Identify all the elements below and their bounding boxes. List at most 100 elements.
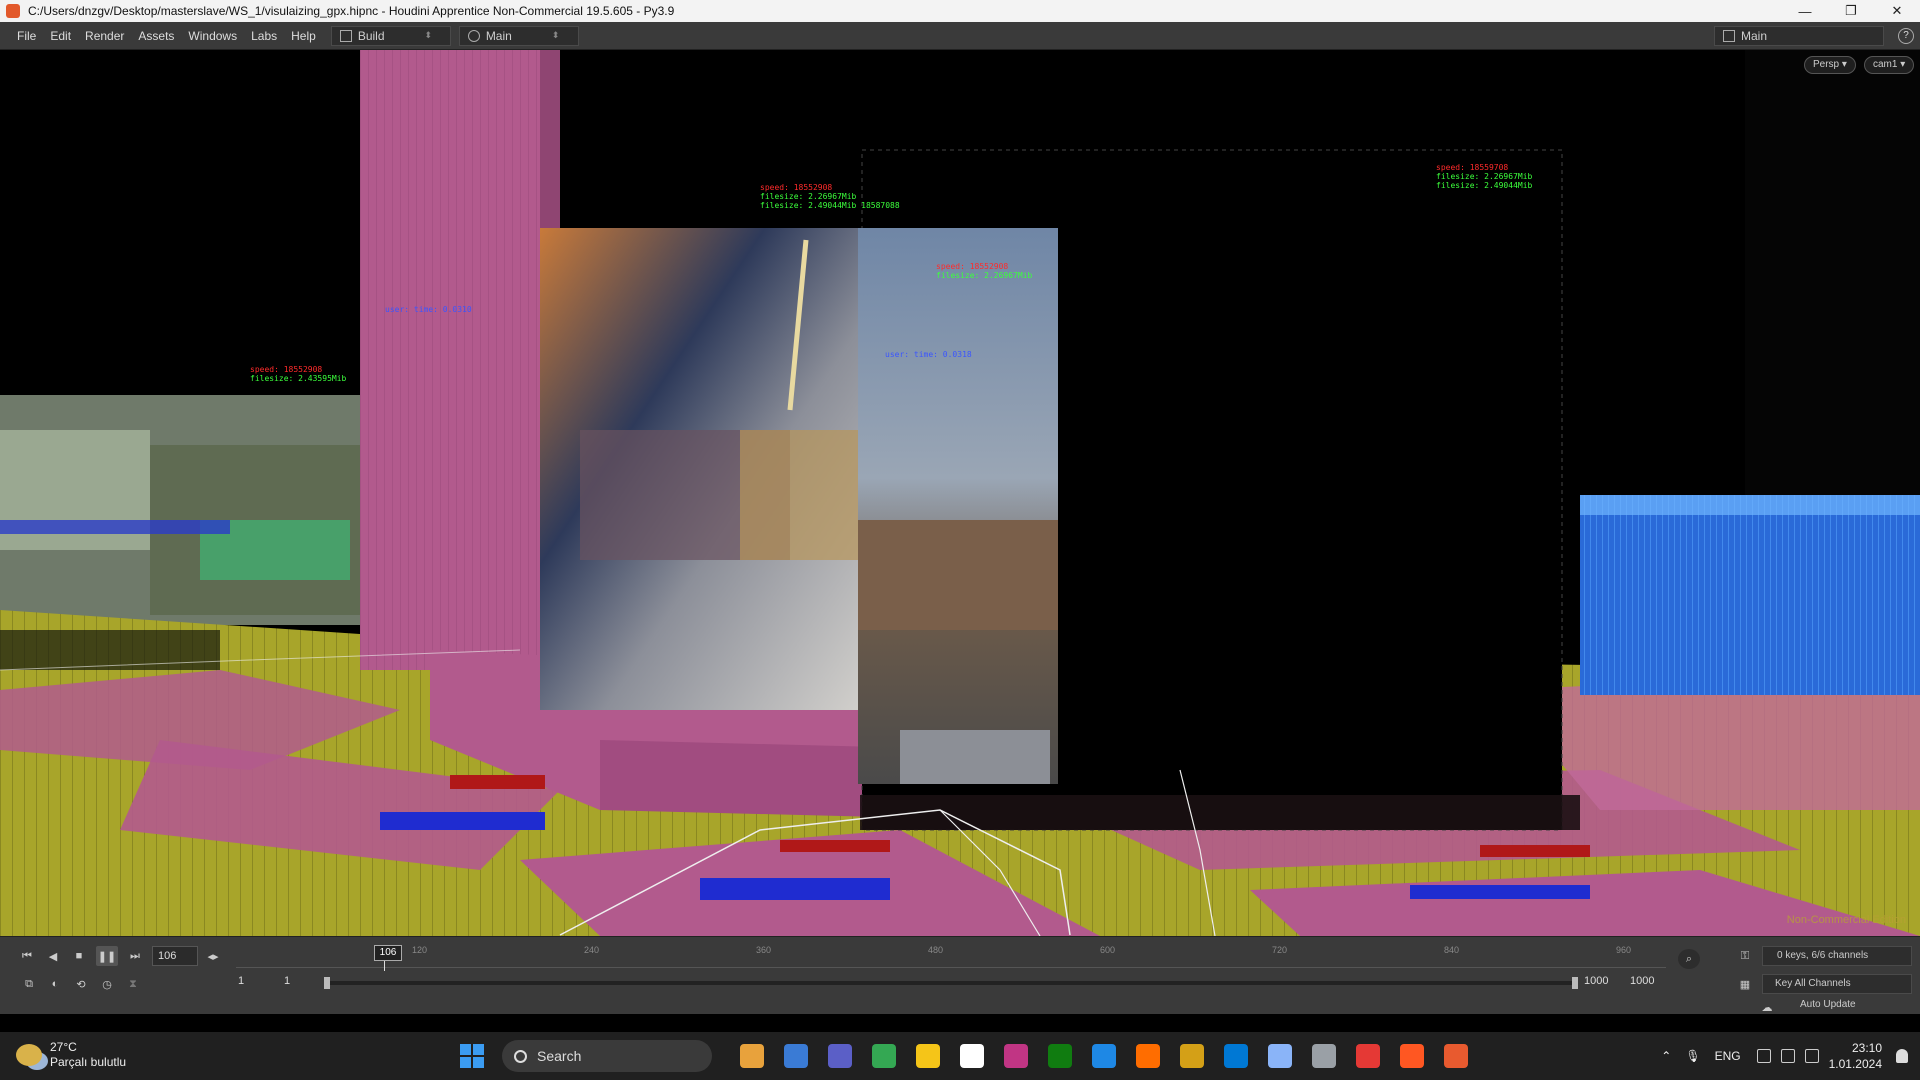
desktop-right-label: Main — [1741, 29, 1768, 43]
label-line: filesize: 2.49044Mib 18587088 — [760, 201, 900, 210]
label-line: user: time: 0.0310 — [385, 305, 472, 314]
camera-select-button[interactable]: cam1 ▾ — [1864, 56, 1915, 74]
acrobat-icon[interactable] — [1400, 1044, 1424, 1068]
playbar: ⏮ ◀ ■ ❚❚ ⏭ 106 ◂▸ 120 240 360 480 600 72… — [0, 936, 1920, 1014]
menu-help[interactable]: Help — [284, 29, 323, 43]
updown-arrow-icon: ⬍ — [551, 30, 560, 40]
tick-label: 240 — [584, 945, 600, 955]
shelf-set-build-select[interactable]: Build ⬍ — [330, 25, 451, 46]
loop-icon[interactable]: ⟲ — [70, 974, 92, 994]
cloud-icon: ☁ — [1761, 1001, 1773, 1014]
label-line: speed: 18559708 — [1436, 163, 1509, 172]
chrome-icon[interactable] — [916, 1044, 940, 1068]
menu-edit[interactable]: Edit — [43, 29, 78, 43]
window-title: C:/Users/dnzgv/Desktop/masterslave/WS_1/… — [28, 4, 675, 18]
maximize-button[interactable]: ❐ — [1828, 0, 1874, 22]
label-line: filesize: 2.26967Mib — [936, 271, 1033, 280]
scope-search-icon[interactable]: ⌕ — [1678, 949, 1700, 969]
widgets-icon[interactable] — [784, 1044, 808, 1068]
label-line: speed: 18552908 — [250, 365, 323, 374]
settings-icon[interactable] — [1356, 1044, 1380, 1068]
pen-icon[interactable] — [1004, 1044, 1028, 1068]
current-frame-line — [384, 961, 385, 971]
volume-icon[interactable] — [1780, 1049, 1795, 1063]
step-icon[interactable]: ⧗ — [122, 974, 144, 994]
desktop-main-select[interactable]: Main ⬍ — [458, 25, 579, 46]
chevron-up-icon[interactable]: ⌃ — [1661, 1049, 1671, 1063]
close-button[interactable]: ✕ — [1874, 0, 1920, 22]
language-indicator[interactable]: ENG — [1715, 1049, 1741, 1063]
window-titlebar: C:/Users/dnzgv/Desktop/masterslave/WS_1/… — [0, 0, 1920, 22]
label-line: speed: 18552908 — [760, 183, 833, 192]
menu-windows[interactable]: Windows — [181, 29, 244, 43]
houdini-icon[interactable] — [1444, 1044, 1468, 1068]
partly-cloudy-icon — [16, 1044, 42, 1066]
stop-icon[interactable]: ■ — [68, 946, 90, 966]
tick-label: 960 — [1616, 945, 1632, 955]
range-start-field-2[interactable]: 1 — [284, 975, 290, 987]
range-slider-track[interactable] — [326, 981, 1576, 985]
realtime-icon[interactable]: ⧉ — [18, 974, 40, 994]
help-icon[interactable]: ? — [1898, 28, 1914, 44]
current-frame-marker[interactable]: 106 — [374, 945, 402, 961]
menu-file[interactable]: File — [10, 29, 43, 43]
instagram-icon[interactable] — [1048, 1044, 1072, 1068]
range-end-handle[interactable] — [1572, 977, 1578, 989]
play-reverse-icon[interactable]: ◀ — [42, 946, 64, 966]
data-label: speed: 18552908 filesize: 2.26967Mib fil… — [760, 183, 900, 210]
ruler-baseline — [236, 967, 1666, 968]
timeline-ruler[interactable]: 120 240 360 480 600 720 840 960 106 — [236, 945, 1666, 971]
task-view-icon[interactable] — [828, 1044, 852, 1068]
keyframe-icon[interactable]: ▦ — [1734, 974, 1756, 994]
desktop-right-select[interactable]: Main — [1714, 26, 1884, 46]
label-line: filesize: 2.26967Mib — [1436, 172, 1533, 181]
menu-labs[interactable]: Labs — [244, 29, 284, 43]
tick-label: 840 — [1444, 945, 1460, 955]
houdini-app-icon — [6, 4, 20, 18]
taskbar-search[interactable]: Search — [502, 1040, 712, 1072]
teams-icon[interactable] — [872, 1044, 896, 1068]
weather-widget[interactable]: 27°C Parçalı bulutlu — [16, 1040, 126, 1070]
notepad-icon[interactable] — [1136, 1044, 1160, 1068]
camera-mode-button[interactable]: Persp ▾ — [1804, 56, 1856, 74]
network-icon[interactable] — [1756, 1049, 1771, 1063]
key-icon[interactable]: ⚿ — [1734, 946, 1756, 966]
desktop-icon — [467, 29, 480, 42]
audio-icon[interactable]: ◐ — [44, 974, 66, 994]
battery-icon[interactable] — [1804, 1049, 1819, 1063]
range-start-handle[interactable] — [324, 977, 330, 989]
data-label: speed: 18552908 filesize: 2.43595Mib — [250, 365, 346, 383]
clock[interactable]: 23:10 1.01.2024 — [1829, 1040, 1882, 1072]
start-button[interactable] — [460, 1044, 484, 1068]
clock-icon[interactable]: ◷ — [96, 974, 118, 994]
menu-assets[interactable]: Assets — [131, 29, 181, 43]
range-end-field[interactable]: 1000 — [1584, 975, 1608, 987]
keys-channels-info[interactable]: 0 keys, 6/6 channels — [1762, 946, 1912, 966]
current-frame-field[interactable]: 106 — [152, 946, 198, 966]
file-explorer-icon[interactable] — [740, 1044, 764, 1068]
mail-icon[interactable] — [1312, 1044, 1336, 1068]
data-label: user: time: 0.0318 — [885, 350, 972, 359]
microphone-icon[interactable]: 🎙 — [1685, 1049, 1700, 1063]
step-back-icon[interactable]: ◂▸ — [202, 946, 224, 966]
scene-viewport[interactable]: speed: 18552908 filesize: 2.26967Mib fil… — [0, 50, 1920, 936]
menu-render[interactable]: Render — [78, 29, 131, 43]
notification-bell-icon[interactable] — [1896, 1049, 1908, 1063]
key-all-channels-select[interactable]: Key All Channels — [1762, 974, 1912, 994]
jump-start-icon[interactable]: ⏮ — [16, 946, 38, 966]
range-start-field[interactable]: 1 — [238, 975, 244, 987]
viewport-scene — [0, 50, 1920, 936]
shelf-set-label: Build — [357, 28, 385, 43]
label-line: filesize: 2.26967Mib — [760, 192, 857, 201]
range-end-field-2[interactable]: 1000 — [1630, 975, 1654, 987]
system-tray: ⌃ 🎙 ENG 23:10 1.01.2024 — [1661, 1032, 1920, 1080]
vscode-icon[interactable] — [1268, 1044, 1292, 1068]
git-icon[interactable] — [1224, 1044, 1248, 1068]
folder-icon[interactable] — [960, 1044, 984, 1068]
pause-icon[interactable]: ❚❚ — [96, 946, 118, 966]
blender-icon[interactable] — [1180, 1044, 1204, 1068]
minimize-button[interactable]: — — [1782, 0, 1828, 22]
auto-update-select[interactable]: Auto Update — [1800, 999, 1856, 1010]
jump-end-icon[interactable]: ⏭ — [124, 946, 146, 966]
xbox-icon[interactable] — [1092, 1044, 1116, 1068]
